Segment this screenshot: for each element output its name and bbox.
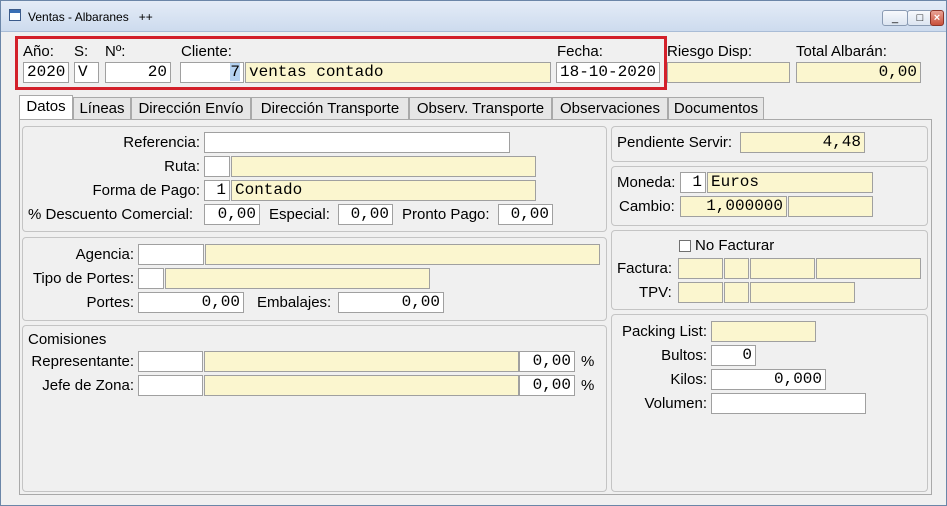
tpv-label: TPV: xyxy=(639,284,672,301)
close-icon: × xyxy=(933,12,941,24)
factura-label: Factura: xyxy=(617,260,673,277)
referencia-label: Referencia: xyxy=(123,134,200,151)
maximize-icon: □ xyxy=(916,12,924,24)
representante-label: Representante: xyxy=(31,353,134,370)
total-field: 0,00 xyxy=(796,62,921,83)
representante-code-field[interactable] xyxy=(138,351,203,372)
comisiones-title: Comisiones xyxy=(28,331,107,348)
no-facturar-checkbox[interactable] xyxy=(679,240,691,252)
kilos-label: Kilos: xyxy=(670,371,707,388)
tab-direccion-transporte[interactable]: Dirección Transporte xyxy=(251,97,409,119)
cambio-field: 1,000000 xyxy=(680,196,787,217)
tab-direccion-envio[interactable]: Dirección Envío xyxy=(131,97,251,119)
agencia-code-field[interactable] xyxy=(138,244,204,265)
descuento-label: % Descuento Comercial: xyxy=(28,206,194,223)
pronto-pago-field[interactable]: 0,00 xyxy=(498,204,553,225)
minimize-button[interactable]: _ xyxy=(882,10,908,26)
tipo-portes-label: Tipo de Portes: xyxy=(32,270,134,287)
volumen-field[interactable] xyxy=(711,393,866,414)
minimize-icon: _ xyxy=(891,12,899,24)
representante-name-field xyxy=(204,351,519,372)
tab-datos[interactable]: Datos xyxy=(19,95,73,120)
cambio-extra-field xyxy=(788,196,873,217)
forma-pago-name-field: Contado xyxy=(231,180,536,201)
tipo-portes-code-field[interactable] xyxy=(138,268,164,289)
tipo-portes-name-field xyxy=(165,268,430,289)
tab-lineas[interactable]: Líneas xyxy=(73,97,131,119)
forma-pago-code-field[interactable]: 1 xyxy=(204,180,230,201)
referencia-field[interactable] xyxy=(204,132,510,153)
pendiente-label: Pendiente Servir: xyxy=(617,134,733,151)
window-title-text: Ventas - Albaranes xyxy=(28,10,129,24)
kilos-field[interactable]: 0,000 xyxy=(711,369,826,390)
tab-observ-transporte[interactable]: Observ. Transporte xyxy=(409,97,552,119)
riesgo-field xyxy=(667,62,790,83)
jefe-zona-code-field[interactable] xyxy=(138,375,203,396)
moneda-name-field: Euros xyxy=(707,172,873,193)
jefe-zona-pct-symbol: % xyxy=(581,377,595,394)
embalajes-field[interactable]: 0,00 xyxy=(338,292,444,313)
tab-documentos[interactable]: Documentos xyxy=(668,97,764,119)
representante-pct-symbol: % xyxy=(581,353,595,370)
cambio-label: Cambio: xyxy=(619,198,675,215)
moneda-code-field[interactable]: 1 xyxy=(680,172,706,193)
ruta-label: Ruta: xyxy=(164,158,200,175)
ruta-code-field[interactable] xyxy=(204,156,230,177)
ruta-name-field xyxy=(231,156,536,177)
packing-field xyxy=(711,321,816,342)
embalajes-label: Embalajes: xyxy=(257,294,332,311)
bultos-field[interactable]: 0 xyxy=(711,345,756,366)
portes-label: Portes: xyxy=(86,294,134,311)
especial-label: Especial: xyxy=(269,206,330,223)
agencia-label: Agencia: xyxy=(75,246,134,263)
tab-observaciones[interactable]: Observaciones xyxy=(552,97,668,119)
agencia-name-field xyxy=(205,244,600,265)
pendiente-field: 4,48 xyxy=(740,132,865,153)
window-icon xyxy=(9,9,21,21)
portes-field[interactable]: 0,00 xyxy=(138,292,244,313)
factura-field-1 xyxy=(678,258,723,279)
jefe-zona-pct-field[interactable]: 0,00 xyxy=(519,375,575,396)
descuento-field[interactable]: 0,00 xyxy=(204,204,260,225)
total-label: Total Albarán: xyxy=(796,43,887,60)
no-facturar-label: No Facturar xyxy=(695,237,775,254)
moneda-label: Moneda: xyxy=(617,174,676,191)
factura-field-2 xyxy=(724,258,749,279)
tpv-field-1 xyxy=(678,282,723,303)
pronto-pago-label: Pronto Pago: xyxy=(402,206,490,223)
window-title-suffix: ++ xyxy=(138,10,153,24)
especial-field[interactable]: 0,00 xyxy=(338,204,393,225)
forma-pago-label: Forma de Pago: xyxy=(92,182,200,199)
jefe-zona-name-field xyxy=(204,375,519,396)
packing-label: Packing List: xyxy=(621,323,707,340)
tpv-field-3 xyxy=(750,282,855,303)
title-bar: Ventas - Albaranes ++ _ □ × xyxy=(1,1,946,32)
bultos-label: Bultos: xyxy=(661,347,707,364)
jefe-zona-label: Jefe de Zona: xyxy=(42,377,134,394)
representante-pct-field[interactable]: 0,00 xyxy=(519,351,575,372)
window-title: Ventas - Albaranes ++ xyxy=(28,10,153,24)
volumen-label: Volumen: xyxy=(644,395,707,412)
factura-field-4 xyxy=(816,258,921,279)
riesgo-label: Riesgo Disp: xyxy=(667,43,753,60)
close-button[interactable]: × xyxy=(930,10,944,26)
tpv-field-2 xyxy=(724,282,749,303)
application-window: Ventas - Albaranes ++ _ □ × Año: 2020 S:… xyxy=(0,0,947,506)
highlight-box xyxy=(15,36,667,90)
factura-field-3 xyxy=(750,258,815,279)
